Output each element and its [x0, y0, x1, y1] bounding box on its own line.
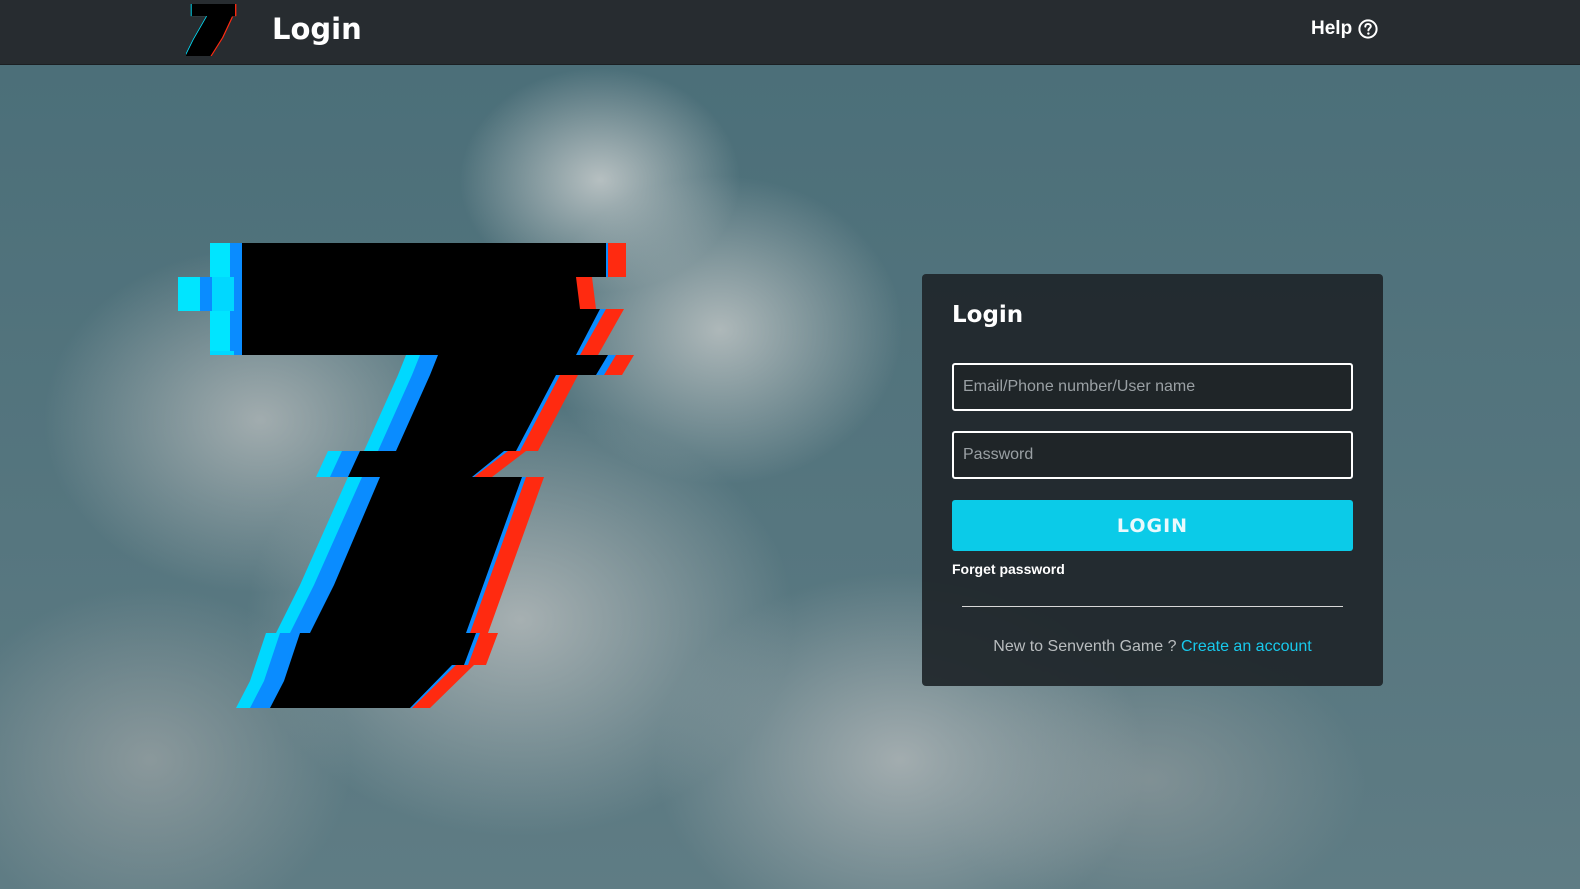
login-button[interactable]: LOGIN: [952, 500, 1353, 551]
seven-logo-icon[interactable]: [186, 4, 238, 56]
password-input[interactable]: [952, 431, 1353, 479]
identity-input[interactable]: [952, 363, 1353, 411]
seven-logo-large: [178, 243, 634, 708]
help-link[interactable]: Help: [1311, 18, 1378, 40]
page-title: Login: [272, 12, 362, 46]
signup-row: New to Senventh Game ? Create an account: [922, 638, 1383, 656]
create-account-link[interactable]: Create an account: [1181, 638, 1312, 655]
forget-password-link[interactable]: Forget password: [952, 561, 1065, 577]
top-nav-bar: Login Help: [0, 0, 1580, 65]
question-circle-icon: [1358, 19, 1378, 39]
help-label: Help: [1311, 18, 1353, 39]
login-card-title: Login: [952, 302, 1024, 328]
divider: [962, 606, 1343, 607]
login-card: Login LOGIN Forget password New to Senve…: [922, 274, 1383, 686]
signup-prompt: New to Senventh Game ?: [993, 638, 1177, 655]
